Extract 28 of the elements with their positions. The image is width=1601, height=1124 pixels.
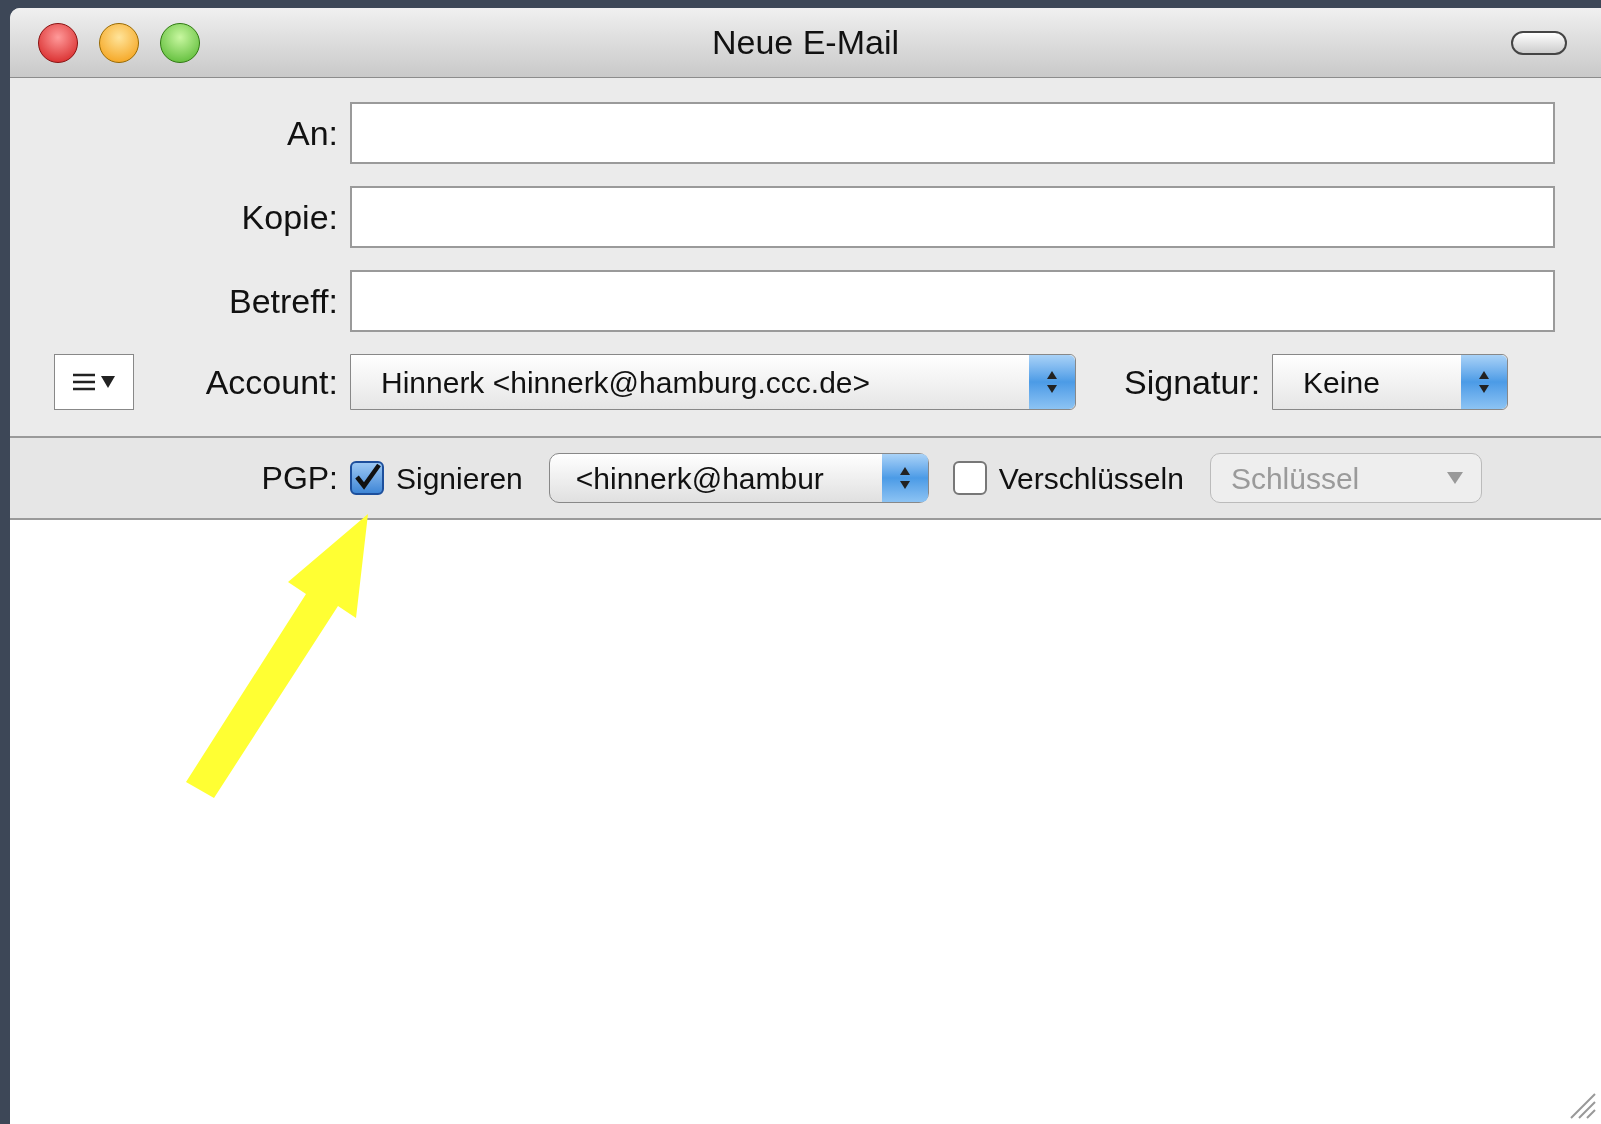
input-field[interactable] bbox=[350, 186, 1555, 248]
toolbar-toggle-button[interactable] bbox=[1511, 30, 1567, 55]
stepper-icon bbox=[881, 454, 928, 502]
field-label: Kopie: bbox=[240, 196, 339, 238]
caret-icon bbox=[101, 376, 115, 388]
signing-key-popup[interactable]: <hinnerk@hambur bbox=[548, 453, 929, 503]
list-icon bbox=[73, 372, 95, 392]
stepper-icon bbox=[1029, 355, 1075, 409]
menu-button[interactable] bbox=[54, 354, 134, 410]
signature-label: Signatur: bbox=[1124, 361, 1261, 403]
checkbox[interactable] bbox=[952, 461, 987, 495]
signature-popup[interactable]: Keine bbox=[1272, 354, 1509, 410]
pgp-label: PGP: bbox=[260, 459, 339, 498]
field-label: Betreff: bbox=[228, 280, 339, 322]
zoom-button[interactable] bbox=[160, 22, 200, 63]
input-field[interactable] bbox=[350, 102, 1555, 164]
minimize-button[interactable] bbox=[99, 22, 139, 63]
close-button[interactable] bbox=[38, 22, 78, 63]
input-field[interactable] bbox=[350, 270, 1555, 332]
checkbox[interactable] bbox=[350, 461, 384, 495]
checkbox-label: Signieren bbox=[396, 460, 523, 497]
window-title: Neue E-Mail bbox=[710, 22, 901, 63]
field-label: An: bbox=[285, 112, 339, 154]
account-label: Account: bbox=[204, 361, 339, 403]
stepper-icon bbox=[1461, 355, 1508, 409]
account-popup[interactable]: Hinnerk <hinnerk@hamburg.ccc.de> bbox=[350, 354, 1076, 410]
checkbox-label: Verschlüsseln bbox=[998, 460, 1184, 497]
caret-icon bbox=[1446, 472, 1463, 484]
